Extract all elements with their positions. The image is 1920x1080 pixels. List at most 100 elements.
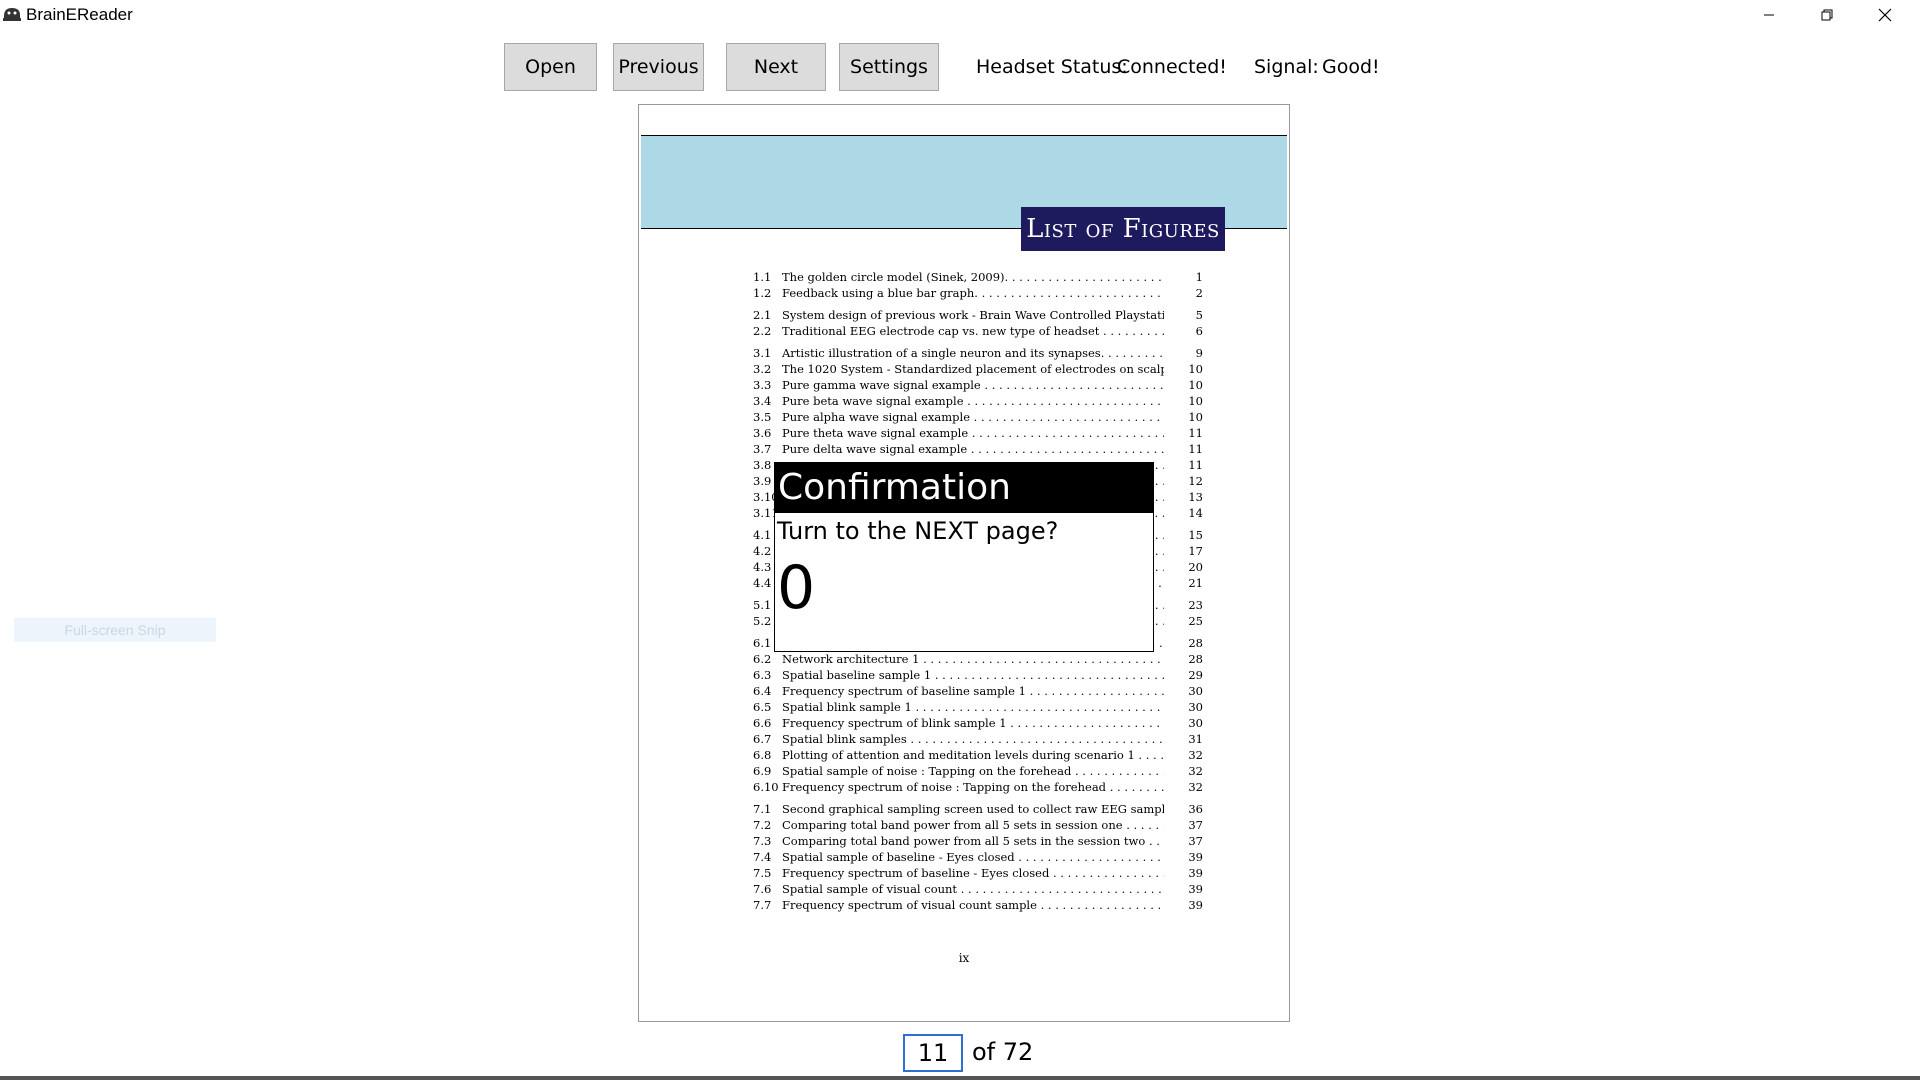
figure-page: 30 bbox=[1188, 684, 1203, 698]
figure-number: 7.1 bbox=[753, 802, 772, 816]
app-title: BrainEReader bbox=[26, 5, 133, 24]
figure-caption: Second graphical sampling screen used to… bbox=[782, 801, 1164, 817]
figure-entry: 3.1 Artistic illustration of a single neu… bbox=[753, 345, 1203, 361]
figure-caption: Spatial sample of visual count bbox=[782, 881, 1164, 897]
figure-number: 7.7 bbox=[753, 898, 772, 912]
figure-caption: The golden circle model (Sinek, 2009). bbox=[782, 269, 1164, 285]
signal-label: Signal: bbox=[1254, 56, 1319, 78]
figure-entry: 7.2 Comparing total band power from all 5… bbox=[753, 817, 1203, 833]
figure-number: 3.1 bbox=[753, 346, 772, 360]
figure-entry: 6.9 Spatial sample of noise : Tapping on … bbox=[753, 763, 1203, 779]
headset-status-value: Connected! bbox=[1117, 56, 1227, 78]
figure-page: 17 bbox=[1188, 544, 1203, 558]
figure-page: 10 bbox=[1188, 394, 1203, 408]
figure-entry: 6.10 Frequency spectrum of noise : Tappin… bbox=[753, 779, 1203, 795]
figure-caption: Comparing total band power from all 5 se… bbox=[782, 817, 1164, 833]
figure-number: 3.4 bbox=[753, 394, 772, 408]
minimize-icon bbox=[1764, 14, 1774, 16]
figure-page: 37 bbox=[1188, 834, 1203, 848]
figure-caption: Frequency spectrum of blink sample 1 bbox=[782, 715, 1164, 731]
figure-number: 7.5 bbox=[753, 866, 772, 880]
close-button[interactable] bbox=[1856, 0, 1914, 30]
figure-page: 39 bbox=[1188, 898, 1203, 912]
figure-caption: Spatial blink samples bbox=[782, 731, 1164, 747]
page-number-input[interactable] bbox=[903, 1034, 963, 1072]
figure-caption: Spatial blink sample 1 bbox=[782, 699, 1164, 715]
figure-number: 4.1 bbox=[753, 528, 772, 542]
figure-page: 32 bbox=[1188, 780, 1203, 794]
headset-status-label: Headset Status: bbox=[976, 56, 1128, 78]
figure-page: 32 bbox=[1188, 748, 1203, 762]
figure-page: 20 bbox=[1188, 560, 1203, 574]
figure-caption: Frequency spectrum of baseline sample 1 bbox=[782, 683, 1164, 699]
figure-page: 25 bbox=[1188, 614, 1203, 628]
figure-caption: Frequency spectrum of visual count sampl… bbox=[782, 897, 1164, 913]
figure-number: 6.10 bbox=[753, 780, 779, 794]
figure-caption: Comparing total band power from all 5 se… bbox=[782, 833, 1164, 849]
next-button[interactable]: Next bbox=[726, 43, 826, 91]
figure-entry: 7.7 Frequency spectrum of visual count sa… bbox=[753, 897, 1203, 913]
figure-number: 6.9 bbox=[753, 764, 772, 778]
figure-page: 12 bbox=[1188, 474, 1203, 488]
figure-entry: 7.3 Comparing total band power from all 5… bbox=[753, 833, 1203, 849]
figure-caption: Pure alpha wave signal example bbox=[782, 409, 1164, 425]
restore-icon bbox=[1821, 9, 1833, 21]
figure-number: 6.3 bbox=[753, 668, 772, 682]
figure-number: 5.1 bbox=[753, 598, 772, 612]
figure-entry: 3.3 Pure gamma wave signal example 10 bbox=[753, 377, 1203, 393]
figure-page: 29 bbox=[1188, 668, 1203, 682]
figure-page: 11 bbox=[1188, 442, 1203, 456]
figure-number: 7.6 bbox=[753, 882, 772, 896]
figure-number: 3.8 bbox=[753, 458, 772, 472]
signal-value: Good! bbox=[1322, 56, 1380, 78]
figure-number: 4.3 bbox=[753, 560, 772, 574]
figure-caption: Network architecture 1 bbox=[782, 651, 1164, 667]
dialog-countdown: 0 bbox=[777, 553, 816, 623]
page-footer-number: ix bbox=[958, 951, 970, 965]
figure-page: 21 bbox=[1188, 576, 1203, 590]
figure-page: 10 bbox=[1188, 362, 1203, 376]
figure-entry: 6.6 Frequency spectrum of blink sample 1 3… bbox=[753, 715, 1203, 731]
dialog-header: Confirmation bbox=[775, 463, 1153, 513]
figure-entry: 7.1 Second graphical sampling screen used… bbox=[753, 801, 1203, 817]
figure-number: 1.1 bbox=[753, 270, 772, 284]
settings-button[interactable]: Settings bbox=[839, 43, 939, 91]
figure-number: 3.9 bbox=[753, 474, 772, 488]
figure-number: 3.7 bbox=[753, 442, 772, 456]
figure-caption: Traditional EEG electrode cap vs. new ty… bbox=[782, 323, 1164, 339]
figure-caption: Frequency spectrum of baseline - Eyes cl… bbox=[782, 865, 1164, 881]
figure-page: 39 bbox=[1188, 850, 1203, 864]
figure-number: 6.4 bbox=[753, 684, 772, 698]
open-button[interactable]: Open bbox=[504, 43, 597, 91]
figure-page: 1 bbox=[1195, 270, 1203, 284]
previous-button[interactable]: Previous bbox=[613, 43, 704, 91]
figure-page: 39 bbox=[1188, 882, 1203, 896]
figure-entry: 6.8 Plotting of attention and meditation … bbox=[753, 747, 1203, 763]
figure-caption: Spatial baseline sample 1 bbox=[782, 667, 1164, 683]
restore-button[interactable] bbox=[1798, 0, 1856, 30]
figure-page: 10 bbox=[1188, 378, 1203, 392]
figure-page: 5 bbox=[1195, 308, 1203, 322]
figure-entry: 1.1 The golden circle model (Sinek, 2009)… bbox=[753, 269, 1203, 285]
figure-entry: 6.3 Spatial baseline sample 1 29 bbox=[753, 667, 1203, 683]
figure-caption: Pure theta wave signal example bbox=[782, 425, 1164, 441]
figure-entry: 3.5 Pure alpha wave signal example 10 bbox=[753, 409, 1203, 425]
figure-page: 2 bbox=[1195, 286, 1203, 300]
figure-entry: 3.6 Pure theta wave signal example 11 bbox=[753, 425, 1203, 441]
bottom-edge bbox=[0, 1076, 1920, 1080]
figure-caption: Frequency spectrum of noise : Tapping on… bbox=[782, 779, 1164, 795]
figure-page: 30 bbox=[1188, 716, 1203, 730]
figure-number: 6.6 bbox=[753, 716, 772, 730]
figure-number: 1.2 bbox=[753, 286, 772, 300]
figure-page: 39 bbox=[1188, 866, 1203, 880]
figure-number: 4.2 bbox=[753, 544, 772, 558]
figure-page: 6 bbox=[1195, 324, 1203, 338]
figure-caption: Spatial sample of noise : Tapping on the… bbox=[782, 763, 1164, 779]
figure-number: 3.6 bbox=[753, 426, 772, 440]
figure-number: 4.4 bbox=[753, 576, 772, 590]
figure-entry: 3.7 Pure delta wave signal example 11 bbox=[753, 441, 1203, 457]
figure-entry: 6.7 Spatial blink samples 31 bbox=[753, 731, 1203, 747]
minimize-button[interactable] bbox=[1740, 0, 1798, 30]
figure-number: 3.5 bbox=[753, 410, 772, 424]
figure-entry: 6.5 Spatial blink sample 1 30 bbox=[753, 699, 1203, 715]
